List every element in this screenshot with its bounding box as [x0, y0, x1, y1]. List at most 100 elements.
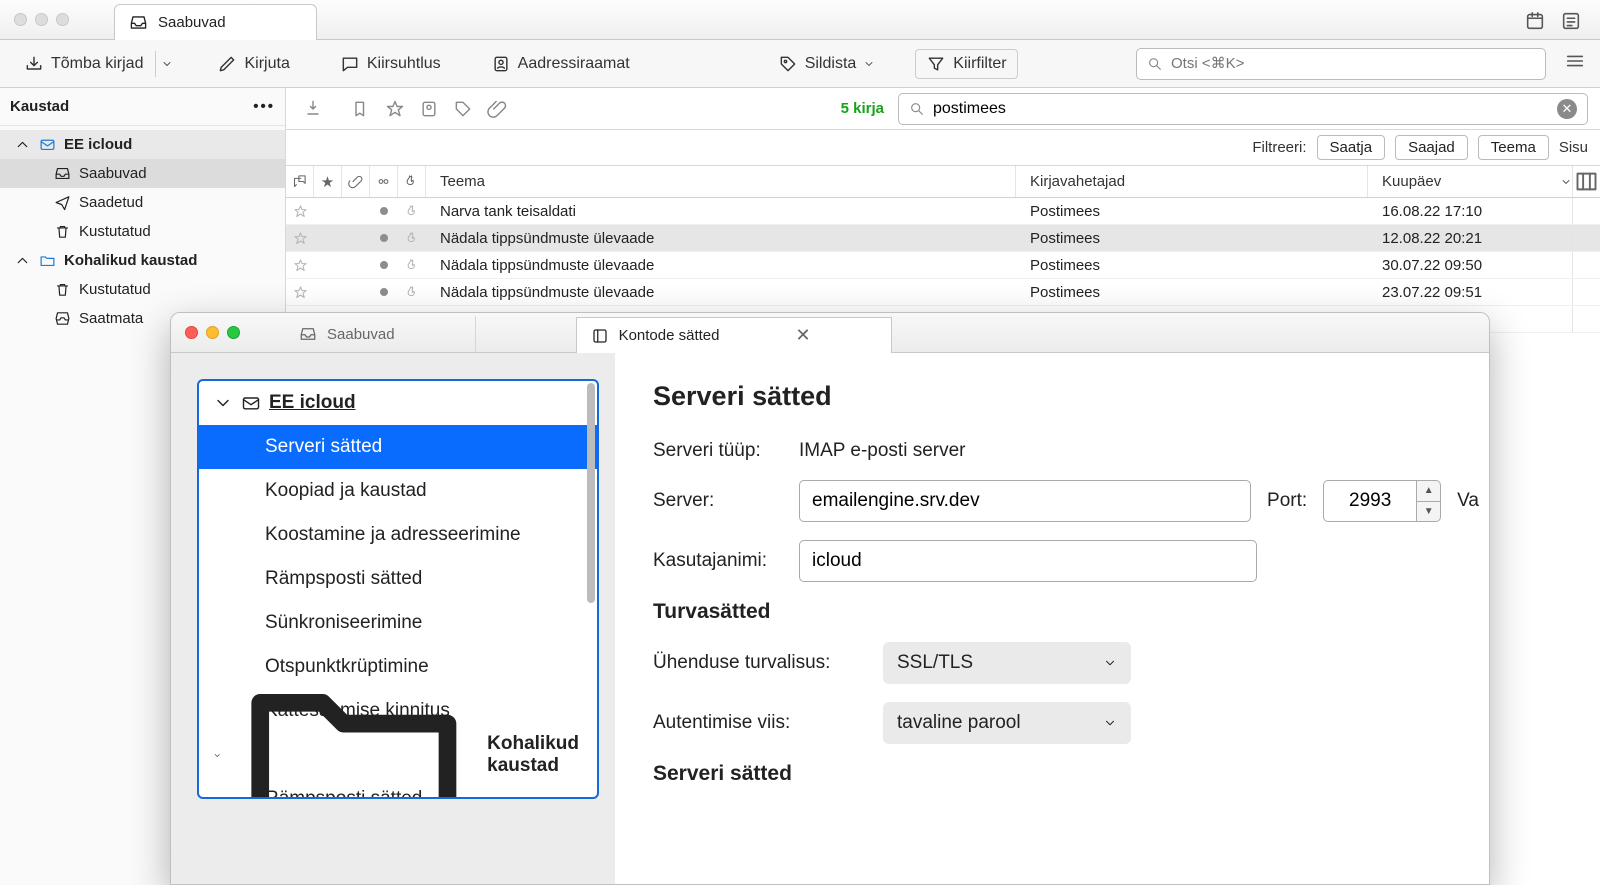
filter-chip-body[interactable]: Sisu — [1559, 139, 1588, 156]
chevron-down-icon — [1103, 656, 1117, 670]
message-subject: Nädala tippsündmuste ülevaade — [426, 279, 1016, 305]
search-icon — [1147, 56, 1163, 72]
zoom-icon[interactable] — [227, 326, 240, 339]
filter-chip-sender[interactable]: Saatja — [1317, 135, 1386, 160]
unread-dot-icon[interactable] — [370, 252, 398, 278]
addressbook-button[interactable]: Aadressiraamat — [481, 49, 640, 79]
tab-inbox[interactable]: Saabuvad — [114, 4, 317, 40]
spacer — [314, 225, 342, 251]
account-local[interactable]: Kohalikud kaustad — [0, 246, 285, 275]
tag-button[interactable]: Sildista — [768, 49, 886, 79]
compose-button[interactable]: Kirjuta — [207, 49, 299, 79]
attachment-filter-icon[interactable] — [482, 94, 512, 124]
settings-tree-item[interactable]: Koostamine ja adresseerimine — [199, 513, 597, 557]
global-search[interactable] — [1136, 48, 1546, 80]
minimize-icon[interactable] — [35, 13, 48, 26]
chevron-down-icon — [14, 252, 31, 269]
zoom-icon[interactable] — [56, 13, 69, 26]
close-icon[interactable] — [185, 326, 198, 339]
folder-trash-local[interactable]: Kustutatud — [0, 275, 285, 304]
scrollbar[interactable] — [587, 383, 595, 603]
col-star-icon[interactable]: ★ — [314, 166, 342, 197]
select-value: SSL/TLS — [897, 652, 973, 674]
star-icon[interactable] — [286, 198, 314, 224]
clear-filter-button[interactable]: ✕ — [1557, 99, 1577, 119]
settings-sidebar: EE icloud Serveri sättedKoopiad ja kaust… — [171, 353, 615, 884]
folder-sent[interactable]: Saadetud — [0, 188, 285, 217]
col-thread-icon[interactable] — [286, 166, 314, 197]
sidebar-menu-button[interactable]: ••• — [253, 98, 275, 115]
settings-tree-item[interactable]: Koopiad ja kaustad — [199, 469, 597, 513]
account-ee-icloud[interactable]: EE icloud — [0, 130, 285, 159]
chevron-down-icon — [213, 749, 221, 762]
col-date[interactable]: Kuupäev — [1368, 166, 1572, 197]
unread-dot-icon[interactable] — [370, 198, 398, 224]
filter-chip-subject[interactable]: Teema — [1478, 135, 1549, 160]
addressbook-label: Aadressiraamat — [518, 55, 630, 73]
message-row[interactable]: Nädala tippsündmuste ülevaadePostimees23… — [286, 279, 1600, 306]
settings-tab-accounts[interactable]: Kontode sätted ✕ — [576, 317, 892, 353]
message-row[interactable]: Narva tank teisaldatiPostimees16.08.22 1… — [286, 198, 1600, 225]
username-label: Kasutajanimi: — [653, 550, 783, 572]
star-icon[interactable] — [286, 279, 314, 305]
spacer — [314, 198, 342, 224]
connection-security-select[interactable]: SSL/TLS — [883, 642, 1131, 684]
hot-icon[interactable] — [398, 252, 426, 278]
star-filter-icon[interactable] — [380, 94, 410, 124]
message-row[interactable]: Nädala tippsündmuste ülevaadePostimees12… — [286, 225, 1600, 252]
contact-filter-icon[interactable] — [414, 94, 444, 124]
chevron-down-icon — [863, 58, 875, 70]
settings-tree-item[interactable]: Rämpsposti sätted — [199, 557, 597, 601]
minimize-icon[interactable] — [206, 326, 219, 339]
app-menu-button[interactable] — [1564, 50, 1586, 77]
star-icon[interactable] — [286, 252, 314, 278]
trash-icon — [54, 223, 71, 240]
settings-tree-item[interactable]: Serveri sätted — [199, 425, 597, 469]
hot-icon[interactable] — [398, 198, 426, 224]
pin-filter-icon[interactable] — [298, 94, 328, 124]
hot-icon[interactable] — [398, 225, 426, 251]
chevron-down-icon[interactable]: ▼ — [1417, 502, 1440, 522]
col-attach-icon[interactable] — [342, 166, 370, 197]
search-input[interactable] — [1171, 55, 1535, 72]
username-input[interactable] — [799, 540, 1257, 582]
quick-filter-search[interactable]: ✕ — [898, 93, 1588, 125]
folder-trash[interactable]: Kustutatud — [0, 217, 285, 246]
col-hot-icon[interactable] — [398, 166, 426, 197]
port-stepper[interactable]: ▲▼ — [1417, 480, 1441, 522]
chevron-up-icon[interactable]: ▲ — [1417, 481, 1440, 502]
close-icon[interactable] — [14, 13, 27, 26]
tag-filter-icon[interactable] — [448, 94, 478, 124]
col-read-icon[interactable] — [370, 166, 398, 197]
filter-chip-recipients[interactable]: Saajad — [1395, 135, 1468, 160]
calendar-icon[interactable] — [1524, 10, 1546, 32]
settings-tab-inbox[interactable]: Saabuvad — [285, 316, 476, 352]
inbox-icon — [299, 325, 317, 343]
tasks-icon[interactable] — [1560, 10, 1582, 32]
star-icon[interactable] — [286, 225, 314, 251]
server-input[interactable] — [799, 480, 1251, 522]
message-row[interactable]: Nädala tippsündmuste ülevaadePostimees30… — [286, 252, 1600, 279]
tag-label: Sildista — [805, 55, 857, 73]
window-titlebar: Saabuvad — [0, 0, 1600, 40]
hot-icon[interactable] — [398, 279, 426, 305]
quick-filter-input[interactable] — [933, 100, 1549, 118]
unread-dot-icon[interactable] — [370, 279, 398, 305]
folder-inbox[interactable]: Saabuvad — [0, 159, 285, 188]
settings-account-local[interactable]: Kohalikud kaustad — [199, 733, 597, 777]
chat-button[interactable]: Kiirsuhtlus — [330, 49, 451, 79]
col-picker-icon[interactable] — [1572, 166, 1600, 197]
unread-dot-icon[interactable] — [370, 225, 398, 251]
get-mail-button[interactable]: Tõmba kirjad — [14, 49, 153, 79]
col-subject[interactable]: Teema — [426, 166, 1016, 197]
col-correspondents[interactable]: Kirjavahetajad — [1016, 166, 1368, 197]
auth-method-select[interactable]: tavaline parool — [883, 702, 1131, 744]
unread-filter-icon[interactable] — [346, 94, 376, 124]
quickfilter-label: Kiirfilter — [953, 55, 1006, 73]
quickfilter-button[interactable]: Kiirfilter — [915, 49, 1017, 79]
close-tab-button[interactable]: ✕ — [795, 325, 810, 346]
settings-account-ee[interactable]: EE icloud — [199, 381, 597, 425]
port-input[interactable] — [1323, 480, 1417, 522]
get-mail-dropdown[interactable] — [155, 51, 177, 77]
message-date: 12.08.22 20:21 — [1368, 225, 1572, 251]
